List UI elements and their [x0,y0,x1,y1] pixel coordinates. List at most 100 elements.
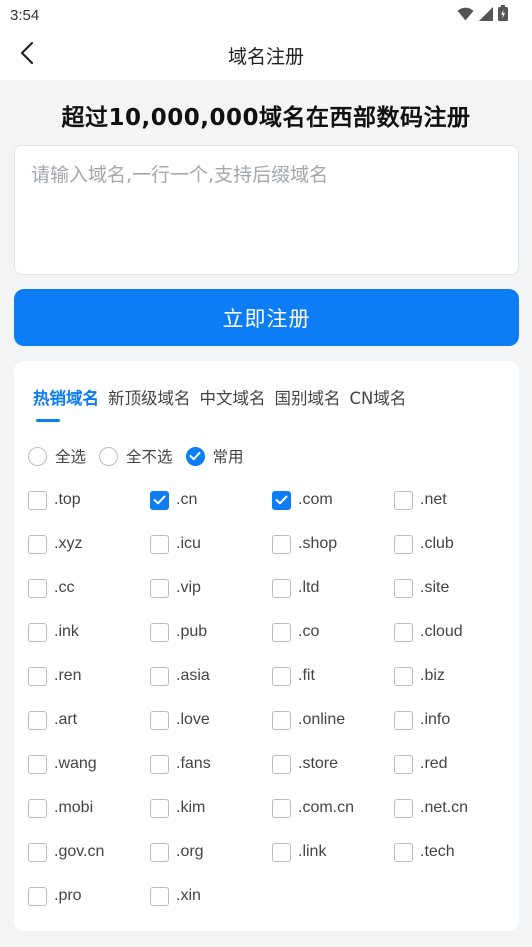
suffix-label: .org [176,843,204,860]
suffix-checkbox[interactable] [272,710,291,730]
tab-hot-domains[interactable]: 热销域名 [33,385,99,421]
suffix-checkbox[interactable] [150,578,169,598]
suffix-checkbox[interactable] [272,622,291,642]
suffix-checkbox[interactable] [150,754,169,774]
suffix-checkbox[interactable] [150,622,169,642]
suffix-option[interactable]: .top [28,488,150,512]
suffix-label: .store [298,755,339,772]
suffix-checkbox[interactable] [150,666,169,686]
suffix-checkbox[interactable] [150,886,169,906]
suffix-checkbox[interactable] [272,842,291,862]
suffix-option[interactable]: .net [394,488,516,512]
suffix-option[interactable]: .pub [150,620,272,644]
suffix-option[interactable]: .org [150,840,272,864]
suffix-option[interactable]: .mobi [28,796,150,820]
suffix-option[interactable]: .fans [150,752,272,776]
domain-input[interactable] [14,145,519,275]
suffix-option[interactable]: .cc [28,576,150,600]
suffix-option[interactable]: .fit [272,664,394,688]
suffix-label: .cloud [420,623,463,640]
suffix-option[interactable]: .xin [150,884,272,908]
suffix-option[interactable]: .ltd [272,576,394,600]
back-button[interactable] [10,38,44,72]
suffix-option[interactable]: .link [272,840,394,864]
check-icon [275,495,288,505]
tab-country-domains[interactable]: 国别域名 [275,385,341,421]
suffix-checkbox[interactable] [28,754,47,774]
suffix-checkbox[interactable] [394,666,413,686]
suffix-option[interactable]: .vip [150,576,272,600]
suffix-checkbox[interactable] [394,798,413,818]
tab-chinese-domains[interactable]: 中文域名 [200,385,266,421]
suffix-checkbox[interactable] [394,622,413,642]
suffix-checkbox[interactable] [272,490,291,510]
suffix-checkbox[interactable] [28,798,47,818]
select-none-label: 全不选 [126,448,173,466]
suffix-checkbox[interactable] [28,842,47,862]
suffix-checkbox[interactable] [150,798,169,818]
suffix-option[interactable]: .asia [150,664,272,688]
suffix-checkbox[interactable] [394,842,413,862]
suffix-checkbox[interactable] [150,490,169,510]
suffix-option[interactable]: .biz [394,664,516,688]
suffix-option[interactable]: .wang [28,752,150,776]
suffix-option[interactable]: .com.cn [272,796,394,820]
suffix-label: .com [298,491,333,508]
suffix-option[interactable]: .red [394,752,516,776]
suffix-option[interactable]: .club [394,532,516,556]
suffix-checkbox[interactable] [150,710,169,730]
suffix-option[interactable]: .cloud [394,620,516,644]
suffix-checkbox[interactable] [150,534,169,554]
suffix-option[interactable]: .ink [28,620,150,644]
suffix-checkbox[interactable] [28,490,47,510]
suffix-option[interactable]: .xyz [28,532,150,556]
select-none-option[interactable]: 全不选 [99,445,173,467]
radio-select-none[interactable] [99,446,119,466]
suffix-checkbox[interactable] [272,578,291,598]
suffix-checkbox[interactable] [394,578,413,598]
suffix-checkbox[interactable] [272,666,291,686]
suffix-checkbox[interactable] [150,842,169,862]
suffix-option[interactable]: .cn [150,488,272,512]
suffix-option[interactable]: .art [28,708,150,732]
suffix-checkbox[interactable] [272,534,291,554]
tab-cn-domains[interactable]: CN域名 [350,385,407,421]
suffix-checkbox[interactable] [272,798,291,818]
suffix-label: .xyz [54,535,83,552]
suffix-option[interactable]: .co [272,620,394,644]
suffix-checkbox[interactable] [28,710,47,730]
select-all-option[interactable]: 全选 [28,445,86,467]
suffix-option[interactable]: .store [272,752,394,776]
suffix-option[interactable]: .site [394,576,516,600]
active-tab-indicator [36,419,60,422]
suffix-checkbox[interactable] [28,886,47,906]
suffix-option[interactable]: .online [272,708,394,732]
suffix-checkbox[interactable] [28,534,47,554]
suffix-checkbox[interactable] [394,710,413,730]
suffix-option[interactable]: .ren [28,664,150,688]
radio-select-common[interactable] [185,446,205,466]
suffix-option[interactable]: .gov.cn [28,840,150,864]
suffix-option[interactable]: .com [272,488,394,512]
suffix-checkbox[interactable] [28,622,47,642]
suffix-label: .co [298,623,320,640]
suffix-option[interactable]: .tech [394,840,516,864]
suffix-option[interactable]: .info [394,708,516,732]
suffix-option[interactable]: .pro [28,884,150,908]
tab-new-gtld[interactable]: 新顶级域名 [108,385,191,421]
suffix-option[interactable]: .net.cn [394,796,516,820]
suffix-option[interactable]: .shop [272,532,394,556]
radio-select-all[interactable] [28,446,47,466]
suffix-checkbox[interactable] [394,534,413,554]
suffix-checkbox[interactable] [394,490,413,510]
suffix-option[interactable]: .kim [150,796,272,820]
suffix-checkbox[interactable] [28,666,47,686]
suffix-checkbox[interactable] [28,578,47,598]
suffix-option[interactable]: .icu [150,532,272,556]
suffix-checkbox[interactable] [272,754,291,774]
suffix-checkbox[interactable] [394,754,413,774]
register-button[interactable]: 立即注册 [14,289,519,346]
suffix-option[interactable]: .love [150,708,272,732]
select-common-option[interactable]: 常用 [185,445,244,467]
suffix-label: .com.cn [298,799,355,816]
